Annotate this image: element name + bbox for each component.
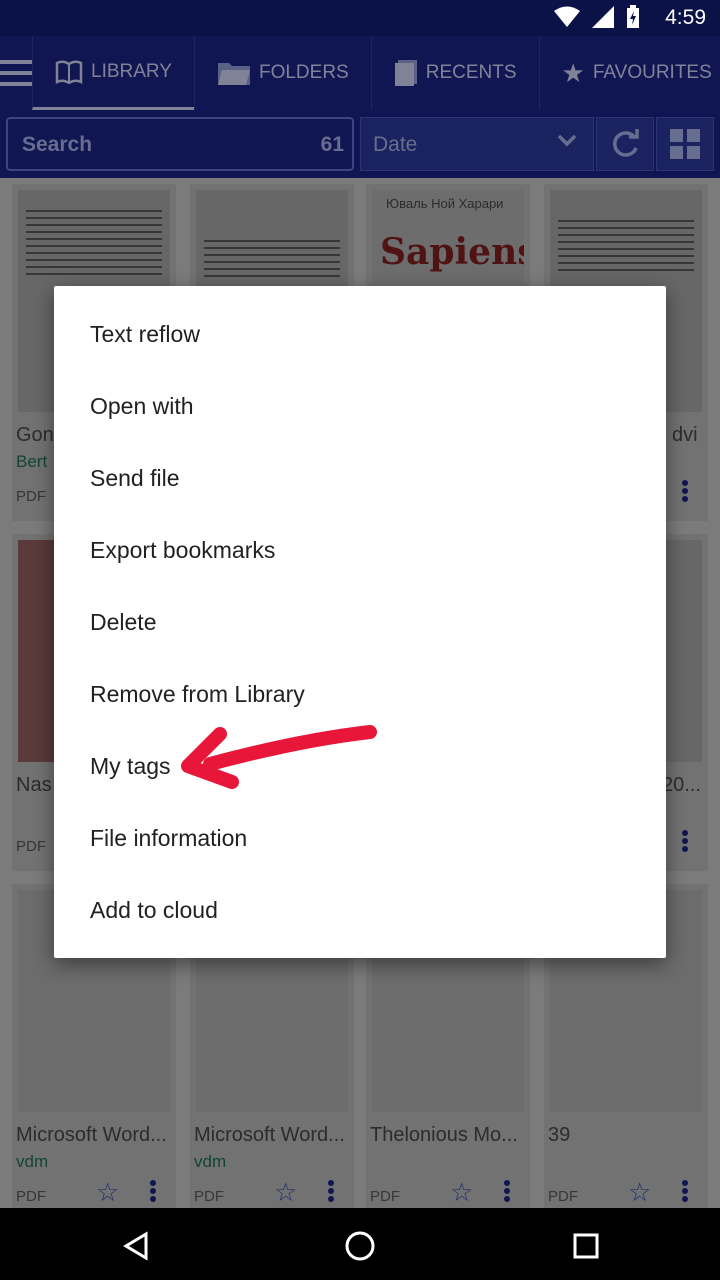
book-author: vdm xyxy=(194,1152,227,1171)
sort-dropdown[interactable]: Date xyxy=(360,117,594,171)
more-options-button[interactable] xyxy=(682,830,690,854)
book-title: 20... xyxy=(662,774,701,796)
battery-icon xyxy=(627,5,639,28)
menu-item-open-with[interactable]: Open with xyxy=(90,370,650,442)
back-icon xyxy=(123,1231,148,1261)
hamburger-menu-button[interactable] xyxy=(0,36,32,110)
more-options-button[interactable] xyxy=(504,1180,512,1204)
favourite-star-icon[interactable]: ☆ xyxy=(274,1177,297,1208)
book-title: 39 xyxy=(548,1124,571,1146)
overview-icon xyxy=(573,1233,599,1259)
wifi-icon xyxy=(554,6,580,27)
tab-library[interactable]: LIBRARY xyxy=(32,36,194,110)
top-tab-bar: LIBRARY FOLDERS RECENTS ★ FAVOURITES xyxy=(0,36,720,110)
file-type: PDF xyxy=(370,1188,400,1205)
thumb-title: Sapiens xyxy=(380,231,524,273)
refresh-icon xyxy=(613,129,639,157)
tab-label: FOLDERS xyxy=(258,62,349,83)
filter-toolbar: Search 61 Date xyxy=(0,110,720,178)
menu-item-file-information[interactable]: File information xyxy=(90,802,650,874)
file-type: PDF xyxy=(16,838,46,855)
chevron-down-icon xyxy=(557,134,577,147)
tab-label: LIBRARY xyxy=(91,60,172,82)
status-bar: 4:59 xyxy=(0,0,720,36)
more-options-button[interactable] xyxy=(682,480,690,504)
favourite-star-icon[interactable]: ☆ xyxy=(450,1177,473,1208)
more-options-button[interactable] xyxy=(682,1180,690,1204)
menu-item-delete[interactable]: Delete xyxy=(90,586,650,658)
more-options-button[interactable] xyxy=(150,1180,158,1204)
book-title: Microsoft Word... xyxy=(194,1124,345,1146)
more-options-button[interactable] xyxy=(328,1180,336,1204)
file-type: PDF xyxy=(194,1188,224,1205)
tab-folders[interactable]: FOLDERS xyxy=(193,36,371,110)
menu-item-add-to-cloud[interactable]: Add to cloud xyxy=(90,874,650,946)
home-icon xyxy=(345,1231,375,1261)
tab-recents[interactable]: RECENTS xyxy=(370,36,539,110)
thumb-subtitle: Юваль Ной Харари xyxy=(386,196,504,211)
tab-label: FAVOURITES xyxy=(592,62,712,83)
tab-favourites[interactable]: ★ FAVOURITES xyxy=(538,36,720,110)
hamburger-icon xyxy=(0,60,32,86)
sort-direction-button[interactable] xyxy=(596,117,654,171)
sort-label: Date xyxy=(373,133,418,156)
system-nav-bar xyxy=(0,1208,720,1280)
book-title: Thelonious Mo... xyxy=(370,1124,518,1146)
context-menu-dialog: Text reflow Open with Send file Export b… xyxy=(54,286,666,958)
favourite-star-icon[interactable]: ☆ xyxy=(96,1177,119,1208)
book-icon xyxy=(55,59,83,84)
file-type: PDF xyxy=(16,1188,46,1205)
search-label: Search xyxy=(22,133,93,156)
home-button[interactable] xyxy=(340,1226,380,1266)
folder-icon xyxy=(217,63,250,85)
file-type: PDF xyxy=(548,1188,578,1205)
book-title: Microsoft Word... xyxy=(16,1124,167,1146)
menu-item-text-reflow[interactable]: Text reflow xyxy=(90,298,650,370)
star-icon: ★ xyxy=(561,57,585,88)
file-type: PDF xyxy=(16,488,46,505)
book-title: dvi xyxy=(672,424,698,446)
book-author: vdm xyxy=(16,1152,49,1171)
menu-item-export-bookmarks[interactable]: Export bookmarks xyxy=(90,514,650,586)
grid-view-button[interactable] xyxy=(656,117,714,171)
signal-icon xyxy=(592,6,614,28)
status-icons xyxy=(554,5,640,29)
result-count: 61 xyxy=(320,133,344,156)
favourite-star-icon[interactable]: ☆ xyxy=(628,1177,651,1208)
recents-button[interactable] xyxy=(566,1226,606,1266)
back-button[interactable] xyxy=(116,1226,156,1266)
book-author: Bert xyxy=(16,452,48,471)
search-input[interactable]: Search 61 xyxy=(6,117,354,171)
grid-icon xyxy=(670,129,700,159)
tab-label: RECENTS xyxy=(425,62,517,83)
menu-item-send-file[interactable]: Send file xyxy=(90,442,650,514)
annotation-arrow-icon xyxy=(181,725,377,789)
recents-icon xyxy=(394,60,417,86)
status-time: 4:59 xyxy=(665,6,706,29)
